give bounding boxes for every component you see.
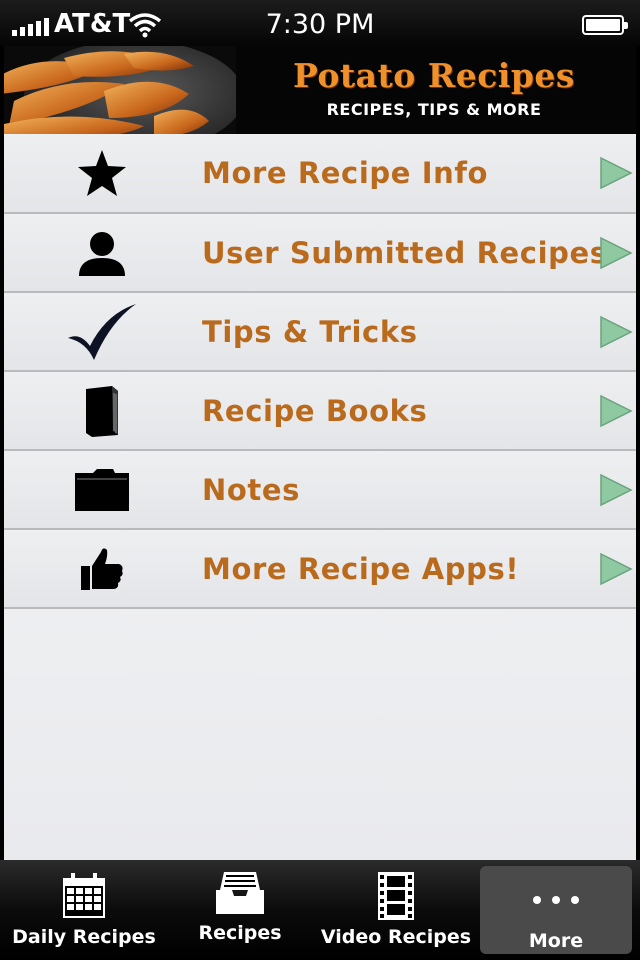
more-dots-icon — [533, 896, 579, 904]
menu-item-tips-and-tricks[interactable]: Tips & Tricks — [4, 293, 636, 372]
tab-more[interactable]: More — [476, 860, 636, 960]
tab-label: Recipes — [198, 922, 282, 944]
menu-item-label: More Recipe Apps! — [202, 551, 520, 586]
disclosure-arrow-icon — [600, 394, 633, 427]
tab-daily-recipes[interactable]: Daily Recipes — [4, 860, 164, 960]
inbox-tray-icon — [216, 872, 264, 914]
folder-icon — [66, 459, 138, 521]
tab-label: Daily Recipes — [12, 926, 156, 948]
thumbs-up-icon — [66, 538, 138, 600]
disclosure-arrow-icon — [600, 552, 633, 585]
tab-video-recipes[interactable]: Video Recipes — [316, 860, 476, 960]
app-title: Potato Recipes — [292, 56, 575, 95]
disclosure-arrow-icon — [600, 156, 633, 190]
status-bar: AT&T 7:30 PM — [0, 0, 640, 46]
menu-item-recipe-books[interactable]: Recipe Books — [4, 372, 636, 451]
battery-icon — [582, 15, 628, 35]
tab-recipes[interactable]: Recipes — [160, 860, 320, 960]
menu-item-more-recipe-apps[interactable]: More Recipe Apps! — [4, 530, 636, 609]
potato-wedges-photo — [4, 46, 236, 134]
menu-item-label: More Recipe Info — [202, 156, 489, 190]
status-time: 7:30 PM — [265, 9, 375, 40]
menu-item-more-recipe-info[interactable]: More Recipe Info — [4, 134, 636, 214]
film-strip-icon — [378, 872, 414, 920]
menu-item-label: User Submitted Recipes — [202, 235, 608, 270]
tab-label: More — [528, 930, 584, 952]
menu-item-notes[interactable]: Notes — [4, 451, 636, 530]
menu-item-label: Notes — [202, 472, 300, 507]
calendar-icon — [63, 873, 105, 918]
tab-label: Video Recipes — [320, 926, 472, 948]
checkmark-icon — [66, 301, 138, 363]
menu-list: More Recipe Info User Submitted Recipes … — [4, 134, 636, 860]
tab-bar: Daily Recipes Recipes Video Recipes More — [0, 860, 640, 960]
menu-item-user-submitted-recipes[interactable]: User Submitted Recipes — [4, 214, 636, 293]
menu-item-label: Recipe Books — [202, 393, 428, 428]
header-banner: Potato Recipes RECIPES, TIPS & MORE — [4, 46, 636, 134]
menu-item-label: Tips & Tricks — [202, 314, 418, 349]
star-icon — [66, 142, 138, 204]
disclosure-arrow-icon — [600, 236, 633, 269]
disclosure-arrow-icon — [600, 315, 633, 348]
disclosure-arrow-icon — [600, 473, 633, 506]
user-icon — [66, 222, 138, 284]
book-icon — [66, 380, 138, 442]
app-subtitle: RECIPES, TIPS & MORE — [326, 100, 542, 119]
